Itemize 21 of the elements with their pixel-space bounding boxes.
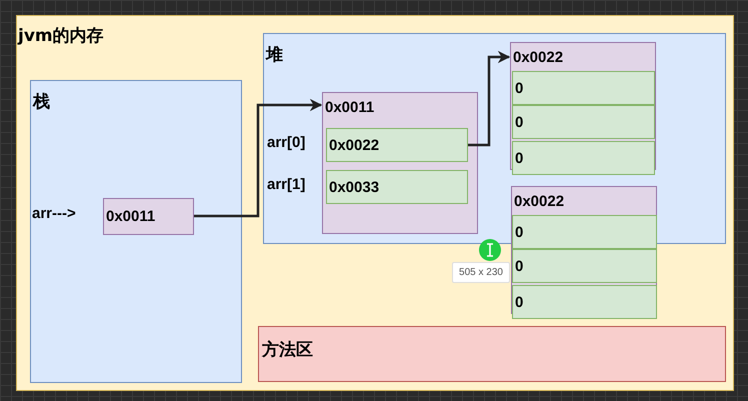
array-cell: 0 [512, 249, 657, 283]
variable-name: arr---> [32, 205, 76, 222]
array-cell: 0x0022 [326, 128, 468, 162]
array-cell: 0 [512, 285, 657, 319]
array-cell: 0 [512, 105, 655, 139]
element-label: arr[0] [267, 134, 306, 151]
diagram-title: jvm的内存 [18, 25, 104, 47]
array-cell: 0 [512, 215, 657, 249]
size-tooltip: 505 x 230 [452, 262, 510, 283]
resize-handle-icon[interactable] [479, 239, 501, 261]
array-cell: 0 [512, 71, 655, 105]
heap-label: 堆 [266, 44, 283, 66]
object-address: 0x0022 [514, 193, 564, 210]
stack-label: 栈 [33, 91, 50, 113]
reference-cell: 0x0011 [103, 198, 194, 235]
element-label: arr[1] [267, 176, 306, 193]
array-cell: 0 [512, 141, 655, 175]
object-address: 0x0011 [325, 99, 374, 116]
array-cell: 0x0033 [326, 170, 468, 204]
method-area-label: 方法区 [262, 339, 313, 361]
object-address: 0x0022 [513, 49, 564, 66]
